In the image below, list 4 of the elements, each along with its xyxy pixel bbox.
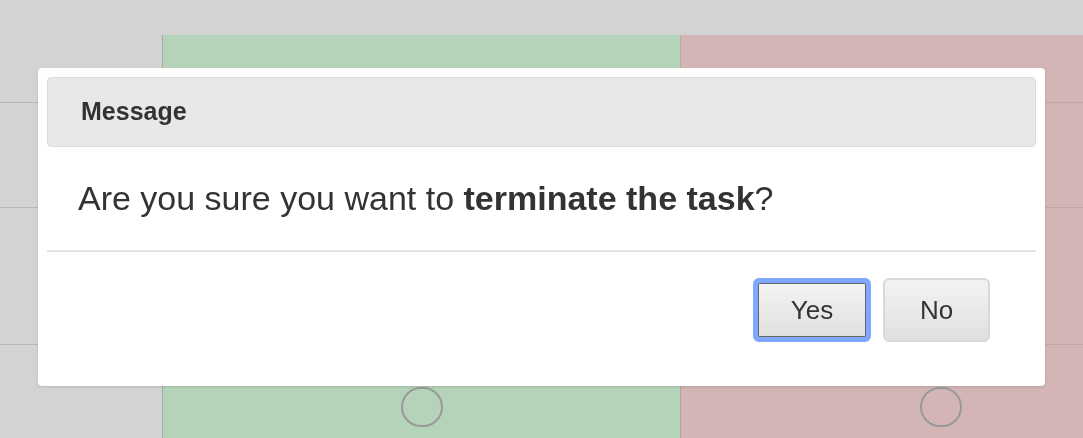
dialog-button[interactable]: Yes	[753, 278, 871, 342]
dialog-button[interactable]: No	[883, 278, 990, 342]
dialog-title: Message	[81, 96, 187, 128]
dialog-message: Are you sure you want to terminate the task?	[78, 178, 774, 219]
